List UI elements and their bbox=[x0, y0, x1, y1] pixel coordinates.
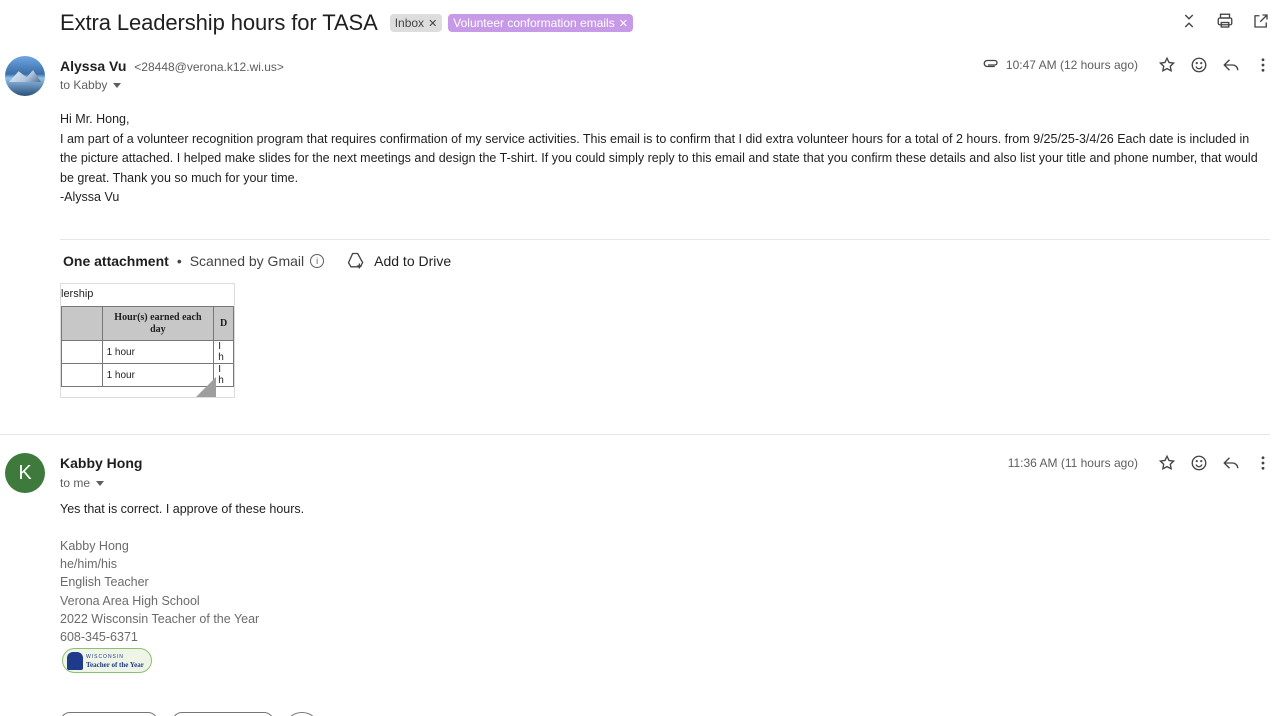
add-to-drive-label: Add to Drive bbox=[374, 253, 452, 269]
print-icon[interactable] bbox=[1214, 10, 1236, 32]
label-chip-volunteer[interactable]: Volunteer conformation emails ✕ bbox=[448, 14, 633, 32]
avatar-kabby[interactable]: K bbox=[5, 453, 45, 493]
thumbnail-table: Hour(s) earned each day D 1 hour I h 1 h… bbox=[61, 306, 234, 387]
forward-button[interactable] bbox=[172, 712, 274, 716]
thumbnail-cell bbox=[61, 363, 103, 387]
message-meta: 11:36 AM (11 hours ago) bbox=[1008, 454, 1272, 472]
signature-line: he/him/his bbox=[60, 557, 117, 572]
signature-line: Verona Area High School bbox=[60, 593, 200, 608]
avatar-alyssa[interactable] bbox=[5, 56, 45, 96]
body-greeting: Hi Mr. Hong, bbox=[60, 112, 130, 126]
emoji-icon[interactable] bbox=[1190, 56, 1208, 74]
reply-icon[interactable] bbox=[1222, 454, 1240, 472]
add-to-drive-button[interactable]: Add to Drive bbox=[346, 251, 451, 271]
message-body: Hi Mr. Hong, I am part of a volunteer re… bbox=[60, 110, 1270, 208]
logo-text: WISCONSIN Teacher of the Year bbox=[86, 653, 144, 669]
recipient-text: to me bbox=[60, 476, 91, 490]
message-divider bbox=[0, 434, 1270, 435]
attachment-count: One attachment bbox=[63, 253, 169, 269]
recipient-details-toggle[interactable]: to Kabby bbox=[60, 78, 122, 92]
thumbnail-cell bbox=[61, 340, 103, 364]
message-meta: 10:47 AM (12 hours ago) bbox=[982, 56, 1272, 74]
info-icon[interactable]: i bbox=[310, 254, 325, 268]
recipient-text: to Kabby bbox=[60, 78, 108, 92]
attachment-header: One attachment • Scanned by Gmail i Add … bbox=[63, 251, 451, 271]
logo-small-text: WISCONSIN bbox=[86, 653, 124, 660]
body-signoff: -Alyssa Vu bbox=[60, 190, 120, 204]
emoji-icon[interactable] bbox=[1190, 454, 1208, 472]
thumbnail-header-next: D bbox=[213, 306, 234, 341]
message-time: 11:36 AM (11 hours ago) bbox=[1007, 456, 1138, 470]
signature-line: Kabby Hong bbox=[60, 539, 129, 553]
attachment-thumbnail[interactable]: lership Hour(s) earned each day D 1 hour… bbox=[60, 283, 235, 398]
label-chip-inbox-text: Inbox bbox=[394, 16, 425, 30]
collapse-all-icon[interactable] bbox=[1178, 10, 1200, 32]
signature-line: 2022 Wisconsin Teacher of the Year bbox=[60, 611, 260, 626]
sender-name[interactable]: Alyssa Vu <28448@verona.k12.wi.us> bbox=[60, 58, 284, 74]
more-vert-icon[interactable] bbox=[1254, 56, 1272, 74]
remove-label-icon[interactable]: ✕ bbox=[428, 17, 437, 30]
message-body: Yes that is correct. I approve of these … bbox=[60, 502, 305, 516]
sender-email: <28448@verona.k12.wi.us> bbox=[134, 60, 284, 74]
drive-add-icon bbox=[347, 252, 364, 269]
scanned-by-gmail: Scanned by Gmail bbox=[189, 253, 305, 269]
message-time-group: 10:47 AM (12 hours ago) bbox=[982, 56, 1144, 74]
logo-big-text: Teacher of the Year bbox=[86, 660, 144, 669]
sender-name-text: Alyssa Vu bbox=[60, 58, 127, 74]
signature-line: English Teacher bbox=[60, 575, 149, 590]
attachment-divider bbox=[60, 239, 1270, 240]
emoji-reaction-button[interactable] bbox=[288, 712, 316, 716]
label-chip-volunteer-text: Volunteer conformation emails bbox=[453, 16, 615, 30]
thumbnail-cell: 1 hour bbox=[101, 340, 215, 364]
recipient-details-toggle[interactable]: to me bbox=[60, 476, 105, 490]
separator-dot: • bbox=[176, 253, 182, 269]
star-icon[interactable] bbox=[1158, 56, 1176, 74]
label-chip-inbox[interactable]: Inbox ✕ bbox=[389, 14, 443, 32]
more-vert-icon[interactable] bbox=[1254, 454, 1272, 472]
reply-button[interactable] bbox=[60, 712, 158, 716]
message-time: 10:47 AM (12 hours ago) bbox=[1005, 58, 1138, 72]
paperclip-icon bbox=[983, 59, 998, 68]
body-paragraph: I am part of a volunteer recognition pro… bbox=[60, 131, 1258, 185]
sender-name-text: Kabby Hong bbox=[60, 455, 143, 471]
thumbnail-cell: I h bbox=[213, 340, 234, 364]
signature-line: 608-345-6371 bbox=[60, 630, 138, 645]
star-icon[interactable] bbox=[1158, 454, 1176, 472]
email-subject: Extra Leadership hours for TASA bbox=[60, 10, 378, 35]
teacher-figure-icon bbox=[67, 651, 83, 670]
chevron-down-icon bbox=[113, 82, 122, 88]
thumbnail-cell bbox=[61, 306, 103, 341]
page-fold-icon bbox=[196, 377, 216, 397]
sender-name[interactable]: Kabby Hong bbox=[60, 455, 142, 471]
open-new-window-icon[interactable] bbox=[1250, 10, 1272, 32]
remove-label-icon[interactable]: ✕ bbox=[619, 17, 628, 30]
avatar-letter: K bbox=[18, 461, 32, 484]
signature: Kabby Hong he/him/his English Teacher Ve… bbox=[60, 537, 259, 646]
reply-icon[interactable] bbox=[1222, 56, 1240, 74]
chevron-down-icon bbox=[96, 480, 105, 486]
thumbnail-cell: I h bbox=[213, 363, 234, 387]
subject-row: Extra Leadership hours for TASA Inbox ✕ … bbox=[60, 8, 633, 38]
thread-actions bbox=[1178, 10, 1272, 32]
teacher-of-year-logo: WISCONSIN Teacher of the Year bbox=[62, 648, 152, 673]
thumbnail-caption: lership bbox=[61, 288, 94, 300]
thumbnail-header: Hour(s) earned each day bbox=[101, 306, 215, 341]
